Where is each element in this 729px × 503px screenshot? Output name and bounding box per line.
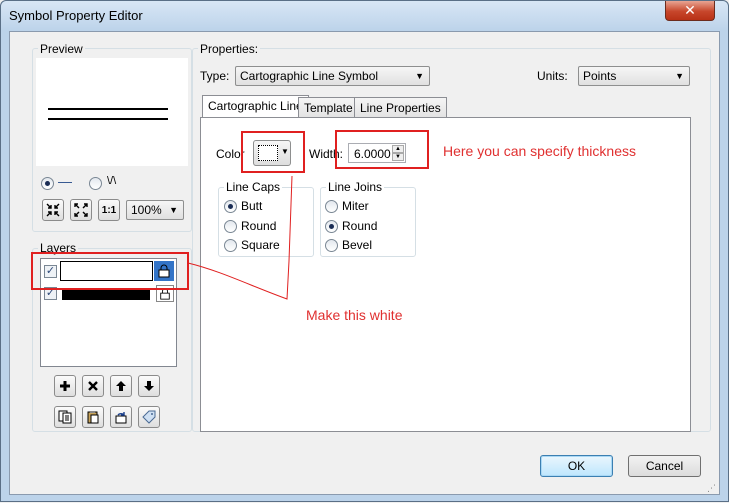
annotation-arrow xyxy=(187,175,293,300)
symbol-property-editor-window: Symbol Property Editor ✕ Preview — \/\ 1… xyxy=(0,0,729,502)
